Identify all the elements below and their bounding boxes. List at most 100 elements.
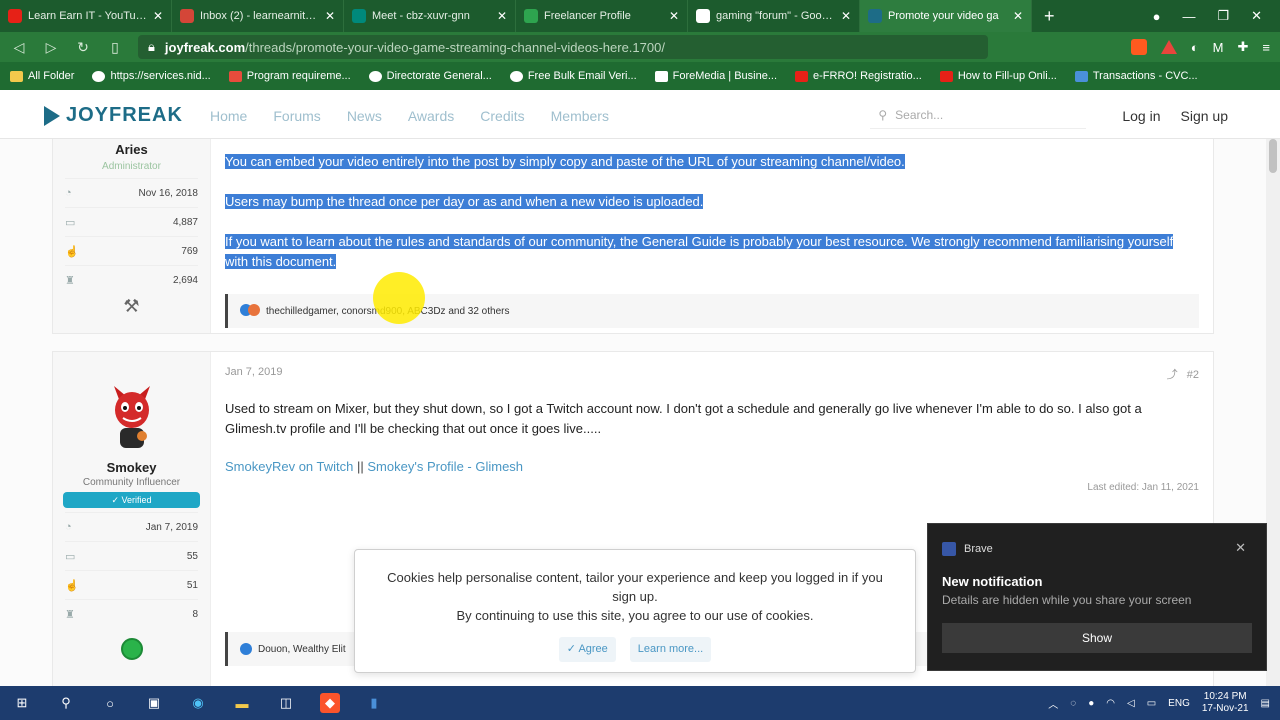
close-window-button[interactable]: ✕ <box>1251 8 1262 24</box>
nav-awards[interactable]: Awards <box>408 108 454 124</box>
site-icon <box>1074 70 1088 82</box>
bookmark-item[interactable]: Transactions - CVC... <box>1074 70 1198 82</box>
volume-icon[interactable]: ◁ <box>1127 698 1135 709</box>
cortana-icon[interactable]: ○ <box>100 693 120 713</box>
search-icon[interactable]: ⚲ <box>56 693 76 713</box>
file-explorer-icon[interactable]: ▬ <box>232 693 252 713</box>
task-view-icon[interactable]: ▣ <box>144 693 164 713</box>
nav-news[interactable]: News <box>347 108 382 124</box>
login-link[interactable]: Log in <box>1122 108 1160 124</box>
stat-joined: ◔ Nov 16, 2018 <box>65 178 198 207</box>
bookmark-icon[interactable]: ▯ <box>106 39 124 56</box>
close-icon[interactable]: ✕ <box>1235 540 1246 556</box>
agree-button[interactable]: ✓ Agree <box>558 637 616 662</box>
stat-points: ♜ 2,694 <box>65 265 198 294</box>
extensions-area: ◐ M ✚ ≡ <box>1130 39 1270 55</box>
nav-forums[interactable]: Forums <box>273 108 320 124</box>
mic-icon[interactable]: ● <box>1088 698 1094 709</box>
post-date[interactable]: Jan 7, 2019 <box>225 366 283 382</box>
signup-link[interactable]: Sign up <box>1181 108 1228 124</box>
auth-links: Log in Sign up <box>1122 108 1228 124</box>
browser-tab[interactable]: Learn Earn IT - YouTube ✕ <box>0 0 172 32</box>
new-tab-button[interactable]: + <box>1044 6 1055 27</box>
check-icon: ✓ <box>566 643 579 655</box>
calendar-icon: ◔ <box>65 521 72 533</box>
network-icon[interactable]: ◌ <box>1070 698 1076 709</box>
extension-icon[interactable]: M <box>1213 40 1224 55</box>
youtube-icon <box>8 9 22 23</box>
glimesh-link[interactable]: Smokey's Profile - Glimesh <box>367 459 523 474</box>
tab-strip: Learn Earn IT - YouTube ✕ Inbox (2) - lea… <box>0 0 1280 32</box>
wifi-icon[interactable]: ◠ <box>1106 698 1115 709</box>
browser-tab[interactable]: Inbox (2) - learnearnit1@gm✕ <box>172 0 344 32</box>
bookmark-item[interactable]: Program requireme... <box>228 70 351 82</box>
bookmark-item[interactable]: Directorate General... <box>368 70 492 82</box>
browser-tab[interactable]: Freelancer Profile ✕ <box>516 0 688 32</box>
minimize-button[interactable]: — <box>1182 9 1195 24</box>
clock[interactable]: 10:24 PM 17-Nov-21 <box>1202 691 1249 715</box>
site-logo[interactable]: JOYFREAK <box>44 104 210 127</box>
scrollbar-thumb[interactable] <box>1269 139 1277 173</box>
stat-reactions: ☝ 769 <box>65 236 198 265</box>
language-indicator[interactable]: ENG <box>1168 698 1190 709</box>
post-number[interactable]: #2 <box>1187 369 1199 381</box>
reactions-bar[interactable]: thechilledgamer, conorsmd900, ABC3Dz and… <box>225 294 1199 328</box>
browser-tab[interactable]: gaming "forum" - Google S ✕ <box>688 0 860 32</box>
twitch-link[interactable]: SmokeyRev on Twitch <box>225 459 353 474</box>
system-notification: Brave ✕ New notification Details are hid… <box>927 523 1267 671</box>
store-icon[interactable]: ◫ <box>276 693 296 713</box>
reload-icon[interactable]: ↻ <box>74 39 92 56</box>
close-tab-icon[interactable]: ✕ <box>669 9 679 23</box>
bookmark-item[interactable]: e-FRRO! Registratio... <box>795 70 922 82</box>
browser-tab-active[interactable]: Promote your video ga ✕ <box>860 0 1032 32</box>
brave-taskbar-icon[interactable]: ◆ <box>320 693 340 713</box>
close-tab-icon[interactable]: ✕ <box>325 9 335 23</box>
user-panel: Smokey Community Influencer ✓ Verified ◔… <box>53 352 211 686</box>
username[interactable]: Smokey <box>53 460 210 475</box>
learn-more-button[interactable]: Learn more... <box>629 637 712 662</box>
maximize-button[interactable]: ❐ <box>1217 8 1229 24</box>
calendar-icon: ◔ <box>65 187 72 199</box>
menu-icon[interactable]: ≡ <box>1262 40 1270 55</box>
love-icon <box>248 303 260 316</box>
messages-icon: ▭ <box>65 550 76 563</box>
app-icon[interactable]: ▮ <box>364 693 384 713</box>
brave-shield-icon[interactable] <box>1130 39 1147 55</box>
avatar[interactable] <box>106 380 158 452</box>
share-icon[interactable]: ⤴ <box>1167 369 1178 381</box>
notifications-icon[interactable]: ▤ <box>1261 698 1270 709</box>
puzzle-icon[interactable]: ✚ <box>1238 39 1249 55</box>
site-icon <box>228 70 242 82</box>
verified-badge: ✓ Verified <box>63 492 200 508</box>
close-tab-icon[interactable]: ✕ <box>841 9 851 23</box>
bookmark-item[interactable]: How to Fill-up Onli... <box>939 70 1057 82</box>
extension-icon[interactable]: ◐ <box>1191 40 1199 55</box>
nav-home[interactable]: Home <box>210 108 247 124</box>
chevron-up-icon[interactable]: ︿ <box>1048 696 1058 711</box>
close-tab-icon[interactable]: ✕ <box>1013 9 1023 23</box>
bookmark-item[interactable]: Free Bulk Email Veri... <box>509 70 637 82</box>
close-tab-icon[interactable]: ✕ <box>153 9 163 23</box>
forward-icon[interactable]: ▷ <box>42 39 60 56</box>
bookmark-item[interactable]: ForeMedia | Busine... <box>654 70 777 82</box>
brave-rewards-icon[interactable] <box>1160 40 1177 54</box>
stat-joined: ◔ Jan 7, 2019 <box>65 512 198 541</box>
battery-icon[interactable]: ▭ <box>1147 698 1156 709</box>
like-icon <box>240 643 252 655</box>
bookmark-item[interactable]: https://services.nid... <box>92 70 211 82</box>
browser-tab[interactable]: Meet - cbz-xuvr-gnn ✕ <box>344 0 516 32</box>
nav-credits[interactable]: Credits <box>480 108 524 124</box>
back-icon[interactable]: ◁ <box>10 39 28 56</box>
scrollbar[interactable] <box>1266 139 1280 686</box>
nav-members[interactable]: Members <box>551 108 609 124</box>
url-field[interactable]: 🔒︎ joyfreak.com/threads/promote-your-vid… <box>138 35 988 59</box>
close-tab-icon[interactable]: ✕ <box>497 9 507 23</box>
edge-icon[interactable]: ◉ <box>188 693 208 713</box>
google-icon <box>696 9 710 23</box>
windows-start-icon[interactable]: ⊞ <box>12 693 32 713</box>
profile-icon[interactable]: ● <box>1153 9 1161 24</box>
bookmark-item[interactable]: All Folder <box>10 70 74 82</box>
show-button[interactable]: Show <box>942 623 1252 653</box>
search-input[interactable]: ⚲ Search... <box>870 103 1087 129</box>
username[interactable]: Aries <box>53 142 210 157</box>
